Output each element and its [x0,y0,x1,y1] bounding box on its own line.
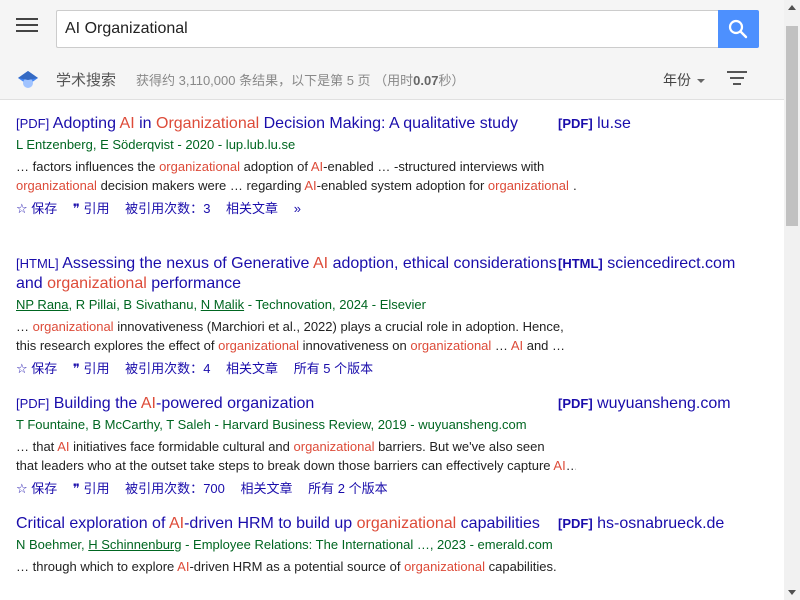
all-versions-link[interactable]: 所有 5 个版本 [294,361,373,376]
menu-icon[interactable] [16,18,38,38]
cited-by-link[interactable]: 被引用次数：4 [125,361,210,376]
result-snippet: … organizational innovativeness (Marchio… [16,319,566,353]
cite-button[interactable]: ❞ 引用 [73,361,110,376]
results-list: [PDF] Adopting AI in Organizational Deci… [0,100,784,600]
result-actions: ☆ 保存 ❞ 引用 被引用次数：3 相关文章 » [16,198,576,217]
search-button[interactable] [718,10,759,48]
result-title-link[interactable]: Critical exploration of AI-driven HRM to… [16,514,576,534]
scholar-title: 学术搜索 [56,72,117,89]
result-actions: ☆ 保存 ❞ 引用 被引用次数：700 相关文章 所有 2 个版本 [16,478,576,497]
result-item: [PDF] Adopting AI in Organizational Deci… [16,114,576,217]
result-item: [HTML] Assessing the nexus of Generative… [16,254,576,377]
result-snippet: … factors influences the organizational … [16,159,576,193]
cited-by-link[interactable]: 被引用次数：3 [125,201,210,216]
author-link[interactable]: NP Rana [16,297,69,312]
result-title-link[interactable]: [PDF] Building the AI-powered organizati… [16,394,576,414]
search-icon [728,19,748,39]
side-download-link[interactable]: [PDF] hs-osnabrueck.de [558,515,724,533]
cite-button[interactable]: ❞ 引用 [73,201,110,216]
side-download-link[interactable]: [HTML] sciencedirect.com [558,255,735,273]
author-link[interactable]: H Schinnenburg [88,537,181,552]
cite-button[interactable]: ❞ 引用 [73,481,110,496]
more-icon[interactable]: » [294,201,301,216]
result-snippet: … through which to explore AI-driven HRM… [16,559,557,574]
filter-icon[interactable] [727,71,747,87]
result-item: Critical exploration of AI-driven HRM to… [16,514,576,576]
result-authors: N Boehmer, H Schinnenburg - Employee Rel… [16,537,553,552]
side-download-link[interactable]: [PDF] wuyuansheng.com [558,395,731,413]
related-articles-link[interactable]: 相关文章 [241,481,293,496]
result-item: [PDF] Building the AI-powered organizati… [16,394,576,497]
related-articles-link[interactable]: 相关文章 [226,361,278,376]
result-title-link[interactable]: [PDF] Adopting AI in Organizational Deci… [16,114,576,134]
result-stats: 获得约 3,110,000 条结果，以下是第 5 页 （用时0.07秒） [136,73,465,88]
cited-by-link[interactable]: 被引用次数：700 [125,481,225,496]
scroll-down-arrow-icon[interactable] [784,584,800,600]
side-download-link[interactable]: [PDF] lu.se [558,115,631,133]
save-button[interactable]: ☆ 保存 [16,361,57,376]
all-versions-link[interactable]: 所有 2 个版本 [308,481,387,496]
result-authors: NP Rana, R Pillai, B Sivathanu, N Malik … [16,297,426,312]
results-header: 学术搜索 获得约 3,110,000 条结果，以下是第 5 页 （用时0.07秒… [0,58,784,100]
search-input[interactable] [56,10,719,48]
result-snippet: … that AI initiatives face formidable cu… [16,439,576,473]
save-button[interactable]: ☆ 保存 [16,201,57,216]
year-filter-button[interactable]: 年份 [663,70,705,90]
result-authors: T Fountaine, B McCarthy, T Saleh - Harva… [16,417,527,432]
scroll-thumb[interactable] [786,26,798,226]
chevron-down-icon [697,79,705,84]
scroll-up-arrow-icon[interactable] [784,0,800,16]
scholar-logo-icon [18,71,38,88]
result-title-link[interactable]: [HTML] Assessing the nexus of Generative… [16,254,576,294]
scrollbar[interactable] [784,0,800,600]
result-authors: L Entzenberg, E Söderqvist - 2020 - lup.… [16,137,296,152]
save-button[interactable]: ☆ 保存 [16,481,57,496]
result-actions: ☆ 保存 ❞ 引用 被引用次数：4 相关文章 所有 5 个版本 [16,358,576,377]
top-bar [0,0,784,58]
related-articles-link[interactable]: 相关文章 [226,201,278,216]
author-link[interactable]: N Malik [201,297,244,312]
